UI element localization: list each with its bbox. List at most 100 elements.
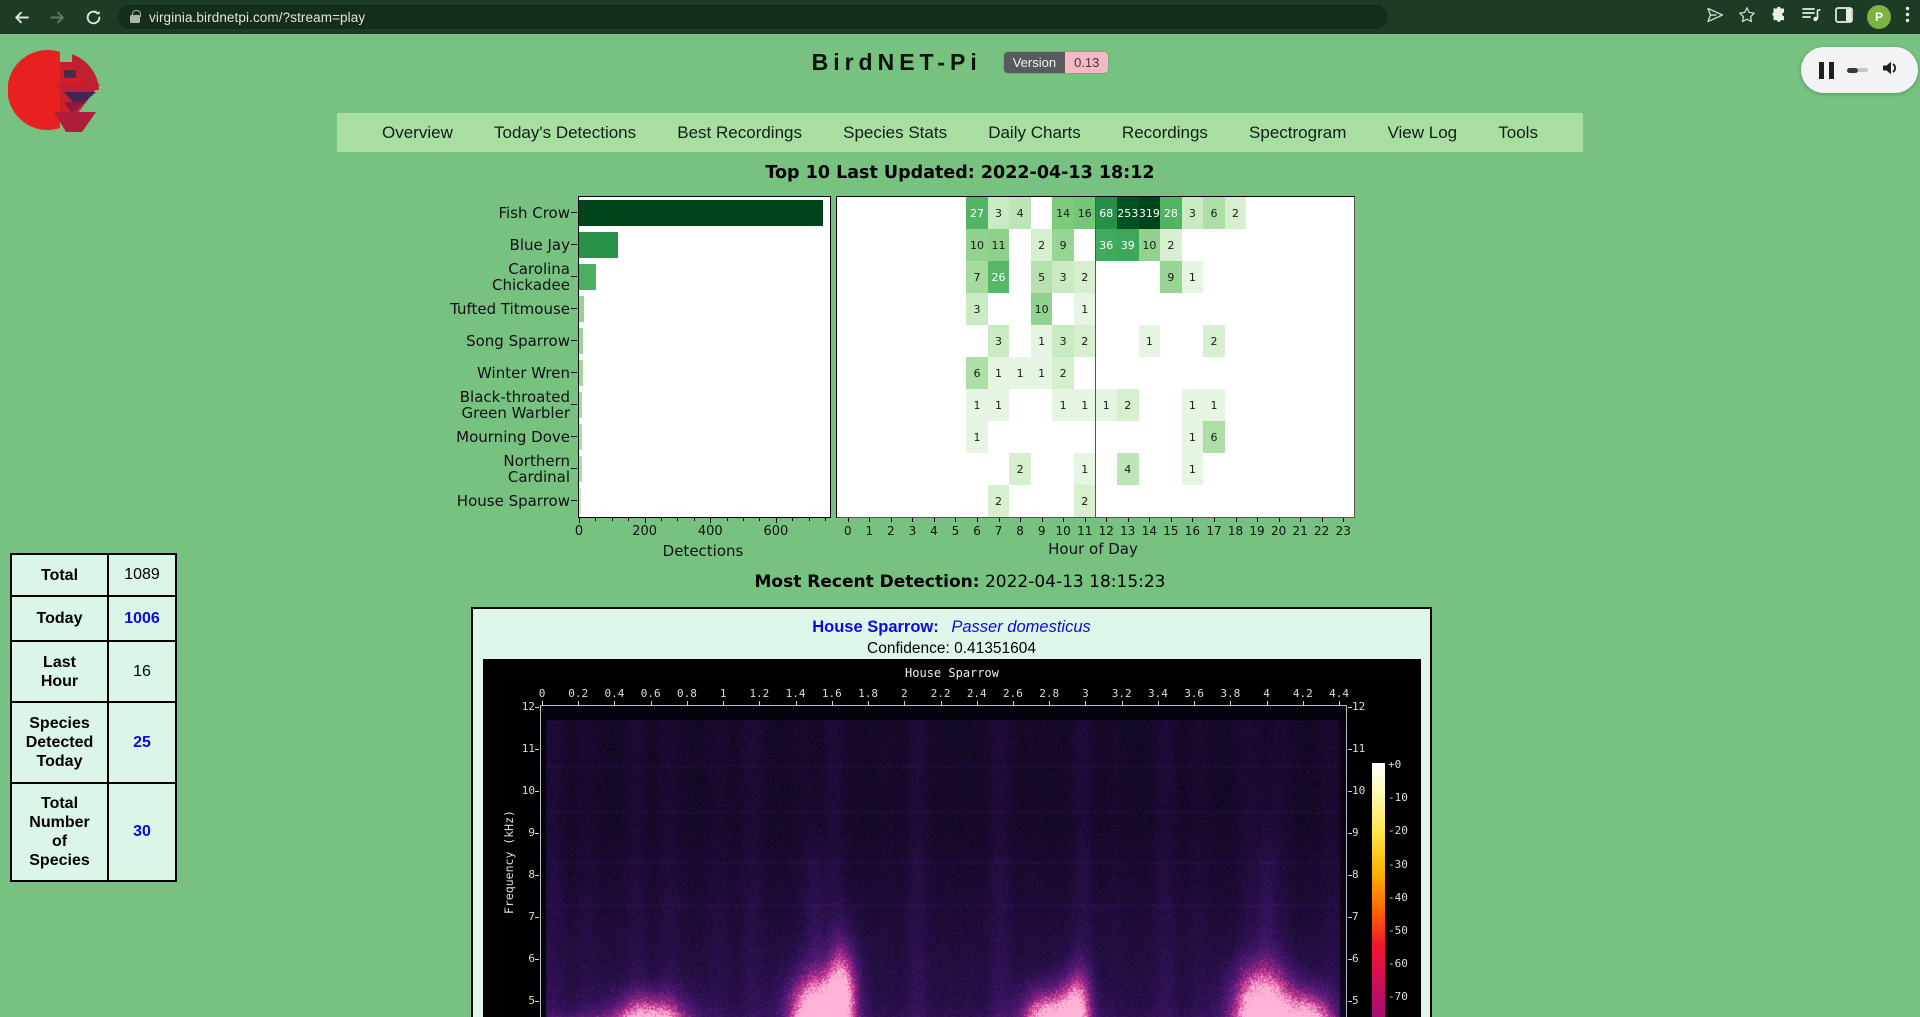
menu-kebab-icon[interactable] (1905, 6, 1910, 28)
back-icon[interactable] (6, 2, 36, 32)
heat-cell (1289, 261, 1312, 294)
bar-xtick-minor (792, 518, 793, 521)
heat-cell (1182, 325, 1205, 358)
heat-cell (1182, 293, 1205, 326)
heat-cell: 10 (1139, 229, 1162, 262)
heat-xtick-label: 17 (1206, 524, 1221, 538)
heat-cell (966, 325, 989, 358)
nav-item-overview[interactable]: Overview (382, 123, 453, 143)
bar-xaxis-title: Detections (663, 542, 744, 560)
nav-item-best-recordings[interactable]: Best Recordings (677, 123, 802, 143)
heat-cell: 1 (966, 389, 989, 422)
nav-item-today-s-detections[interactable]: Today's Detections (494, 123, 636, 143)
nav-item-recordings[interactable]: Recordings (1122, 123, 1208, 143)
spectro-freq-tick-left (535, 1001, 539, 1002)
heat-cell: 1 (1182, 421, 1205, 454)
heat-cell (923, 389, 946, 422)
stats-value: 16 (108, 641, 176, 702)
most-recent-value: 2022-04-13 18:15:23 (985, 572, 1166, 592)
spectro-time-tick (1013, 701, 1014, 705)
heat-cell: 1 (1074, 293, 1097, 326)
stats-value-link[interactable]: 25 (108, 702, 176, 783)
spectro-time-tick (1049, 701, 1050, 705)
stats-value-link[interactable]: 30 (108, 783, 176, 881)
heat-cell (1117, 485, 1140, 518)
heat-cell: 1 (966, 421, 989, 454)
heat-xtick (1020, 518, 1021, 522)
heat-cell: 1 (1182, 261, 1205, 294)
bar-xtick-minor (809, 518, 810, 521)
nav-item-species-stats[interactable]: Species Stats (843, 123, 947, 143)
spectro-time-tick (723, 701, 724, 705)
spectro-time-label: 1.8 (858, 687, 878, 700)
heat-xtick (912, 518, 913, 522)
pause-icon[interactable] (1819, 62, 1834, 79)
heat-cell (859, 485, 882, 518)
stats-value-link[interactable]: 1006 (108, 596, 176, 641)
species-label-mourning-dove: Mourning Dove (456, 421, 570, 453)
species-common-name-link[interactable]: House Sparrow: (812, 618, 939, 636)
spectro-time-label: 2.2 (931, 687, 951, 700)
heat-xtick (891, 518, 892, 522)
address-bar[interactable]: virginia.birdnetpi.com/?stream=play (118, 5, 1388, 29)
spectro-freq-label-left: 11 (517, 742, 535, 755)
heat-cell: 16 (1074, 197, 1097, 230)
spectro-freq-tick-right (1348, 917, 1352, 918)
heat-cell (1289, 325, 1312, 358)
spectro-time-tick (1267, 701, 1268, 705)
nav-item-spectrogram[interactable]: Spectrogram (1249, 123, 1346, 143)
reload-icon[interactable] (78, 2, 108, 32)
heat-cell (1031, 453, 1054, 486)
species-label-fish-crow: Fish Crow (498, 197, 570, 229)
forward-icon[interactable] (42, 2, 72, 32)
heat-xtick-label: 3 (909, 524, 917, 538)
profile-avatar[interactable]: P (1867, 5, 1891, 29)
heat-cell (1332, 325, 1355, 358)
spectro-freq-label-right: 5 (1352, 994, 1359, 1007)
side-panel-icon[interactable] (1835, 7, 1853, 28)
spectro-time-tick (687, 701, 688, 705)
url-text[interactable]: virginia.birdnetpi.com/?stream=play (149, 10, 365, 25)
heat-cell: 1 (1182, 389, 1205, 422)
audio-player[interactable] (1801, 47, 1918, 93)
heat-cell (1009, 293, 1032, 326)
bar-northern-cardinal (579, 456, 582, 482)
heat-cell (859, 389, 882, 422)
nav-item-daily-charts[interactable]: Daily Charts (988, 123, 1081, 143)
heat-cell (880, 261, 903, 294)
spectro-time-tick (578, 701, 579, 705)
heat-xtick-label: 6 (973, 524, 981, 538)
nav-item-tools[interactable]: Tools (1498, 123, 1538, 143)
heat-xtick (1106, 518, 1107, 522)
hourly-heatmap-panel: 2734141668253319283621011293639102726532… (836, 196, 1355, 518)
heat-xtick-label: 8 (1016, 524, 1024, 538)
heat-cell: 4 (1009, 197, 1032, 230)
playlist-icon[interactable] (1802, 6, 1821, 28)
colorbar-tick-label: +0 (1388, 758, 1401, 771)
bar-xtick-minor (628, 518, 629, 521)
heat-cell (837, 357, 860, 390)
heat-cell: 6 (1203, 197, 1226, 230)
heat-cell (1311, 485, 1334, 518)
heat-xtick-label: 22 (1314, 524, 1329, 538)
seek-handle[interactable] (1847, 68, 1868, 73)
heat-cell (1031, 197, 1054, 230)
colorbar-tick-label: -10 (1388, 791, 1408, 804)
heat-cell (1009, 485, 1032, 518)
extensions-icon[interactable] (1770, 6, 1788, 29)
heat-cell (1246, 293, 1269, 326)
heat-cell (1246, 421, 1269, 454)
bookmark-star-icon[interactable] (1738, 6, 1756, 29)
heat-cell (1311, 293, 1334, 326)
stats-label: TotalNumberofSpecies (11, 783, 108, 881)
stats-label: SpeciesDetectedToday (11, 702, 108, 783)
speaker-icon[interactable] (1881, 59, 1900, 82)
share-send-icon[interactable] (1706, 6, 1724, 29)
heat-cell: 1 (1182, 453, 1205, 486)
nav-item-view-log[interactable]: View Log (1388, 123, 1458, 143)
detection-species-line: House Sparrow: Passer domesticus (473, 618, 1430, 637)
heat-cell (1225, 261, 1248, 294)
spectro-time-label: 4.4 (1329, 687, 1349, 700)
heat-xtick-label: 2 (887, 524, 895, 538)
secure-lock-icon[interactable] (130, 15, 140, 23)
